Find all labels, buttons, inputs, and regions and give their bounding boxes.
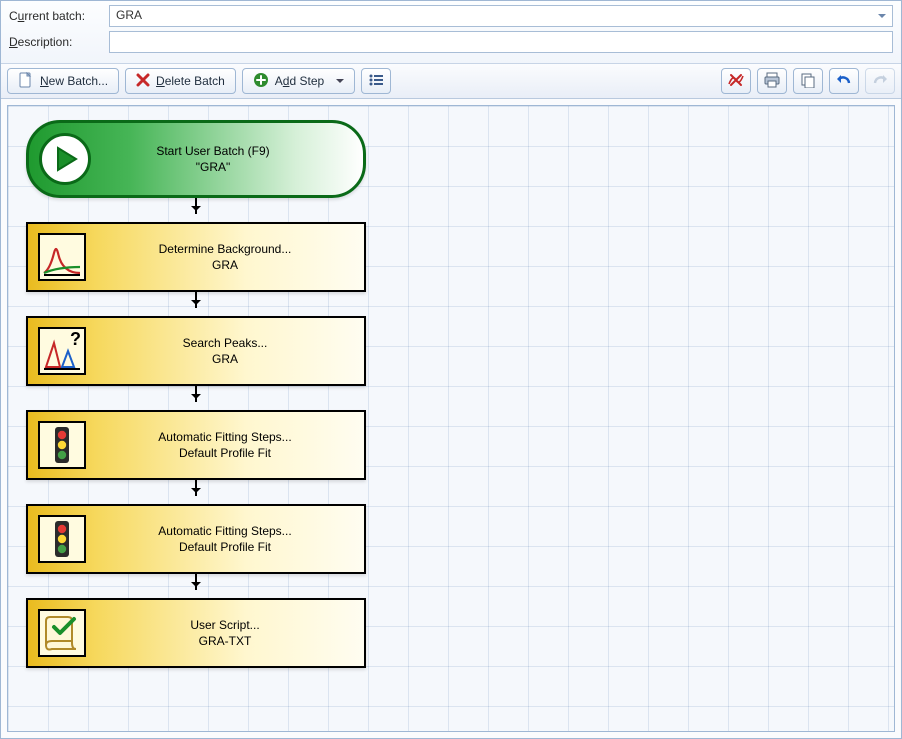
print-button[interactable] <box>757 68 787 94</box>
script-icon <box>38 609 86 657</box>
step-auto-fit-1[interactable]: Automatic Fitting Steps... Default Profi… <box>26 410 366 480</box>
copy-icon <box>800 72 816 91</box>
step-sub: Default Profile Fit <box>96 445 354 461</box>
description-input[interactable] <box>109 31 893 53</box>
new-file-icon <box>18 72 34 91</box>
delete-batch-button[interactable]: Delete Batch <box>125 68 236 94</box>
step-sub: GRA <box>96 351 354 367</box>
x-icon <box>136 73 150 90</box>
step-list-button[interactable] <box>361 68 391 94</box>
traffic-light-icon <box>38 421 86 469</box>
step-auto-fit-2[interactable]: Automatic Fitting Steps... Default Profi… <box>26 504 366 574</box>
new-batch-button[interactable]: New Batch... <box>7 68 119 94</box>
undo-button[interactable] <box>829 68 859 94</box>
step-search-peaks[interactable]: ? Search Peaks... GRA <box>26 316 366 386</box>
step-title: User Script... <box>96 617 354 633</box>
step-determine-background[interactable]: Determine Background... GRA <box>26 222 366 292</box>
row-description: Description: <box>9 31 893 53</box>
connector <box>26 198 366 222</box>
plus-icon <box>253 72 269 91</box>
printer-icon <box>764 72 780 91</box>
step-sub: GRA-TXT <box>96 633 354 649</box>
step-title: Automatic Fitting Steps... <box>96 523 354 539</box>
copy-button[interactable] <box>793 68 823 94</box>
start-node-text: Start User Batch (F9) "GRA" <box>103 143 363 175</box>
label-current-batch: Current batch: <box>9 9 109 23</box>
step-sub: Default Profile Fit <box>96 539 354 555</box>
flow-canvas[interactable]: Start User Batch (F9) "GRA" Determine Ba… <box>7 105 895 732</box>
connector <box>26 480 366 504</box>
step-title: Automatic Fitting Steps... <box>96 429 354 445</box>
redo-icon <box>871 73 889 90</box>
play-icon <box>39 133 91 185</box>
current-batch-combo[interactable]: GRA <box>109 5 893 27</box>
step-title: Search Peaks... <box>96 335 354 351</box>
undo-icon <box>835 73 853 90</box>
add-step-button[interactable]: Add Step <box>242 68 355 94</box>
start-node[interactable]: Start User Batch (F9) "GRA" <box>26 120 366 198</box>
traffic-light-icon <box>38 515 86 563</box>
clear-icon <box>727 72 745 91</box>
step-user-script[interactable]: User Script... GRA-TXT <box>26 598 366 668</box>
step-sub: GRA <box>96 257 354 273</box>
svg-text:?: ? <box>70 329 81 349</box>
app-window: Current batch: GRA Description: New Batc… <box>0 0 902 739</box>
current-batch-value: GRA <box>116 8 142 22</box>
peak-search-icon: ? <box>38 327 86 375</box>
step-title: Determine Background... <box>96 241 354 257</box>
connector <box>26 292 366 316</box>
flow: Start User Batch (F9) "GRA" Determine Ba… <box>8 106 894 682</box>
label-description: Description: <box>9 35 109 49</box>
connector <box>26 574 366 598</box>
clear-scans-button[interactable] <box>721 68 751 94</box>
toolbar: New Batch... Delete Batch Add Step <box>1 64 901 99</box>
chevron-down-icon <box>336 79 344 87</box>
list-icon <box>368 73 384 90</box>
redo-button[interactable] <box>865 68 895 94</box>
peak-background-icon <box>38 233 86 281</box>
row-current-batch: Current batch: GRA <box>9 5 893 27</box>
connector <box>26 386 366 410</box>
form-area: Current batch: GRA Description: <box>1 1 901 64</box>
